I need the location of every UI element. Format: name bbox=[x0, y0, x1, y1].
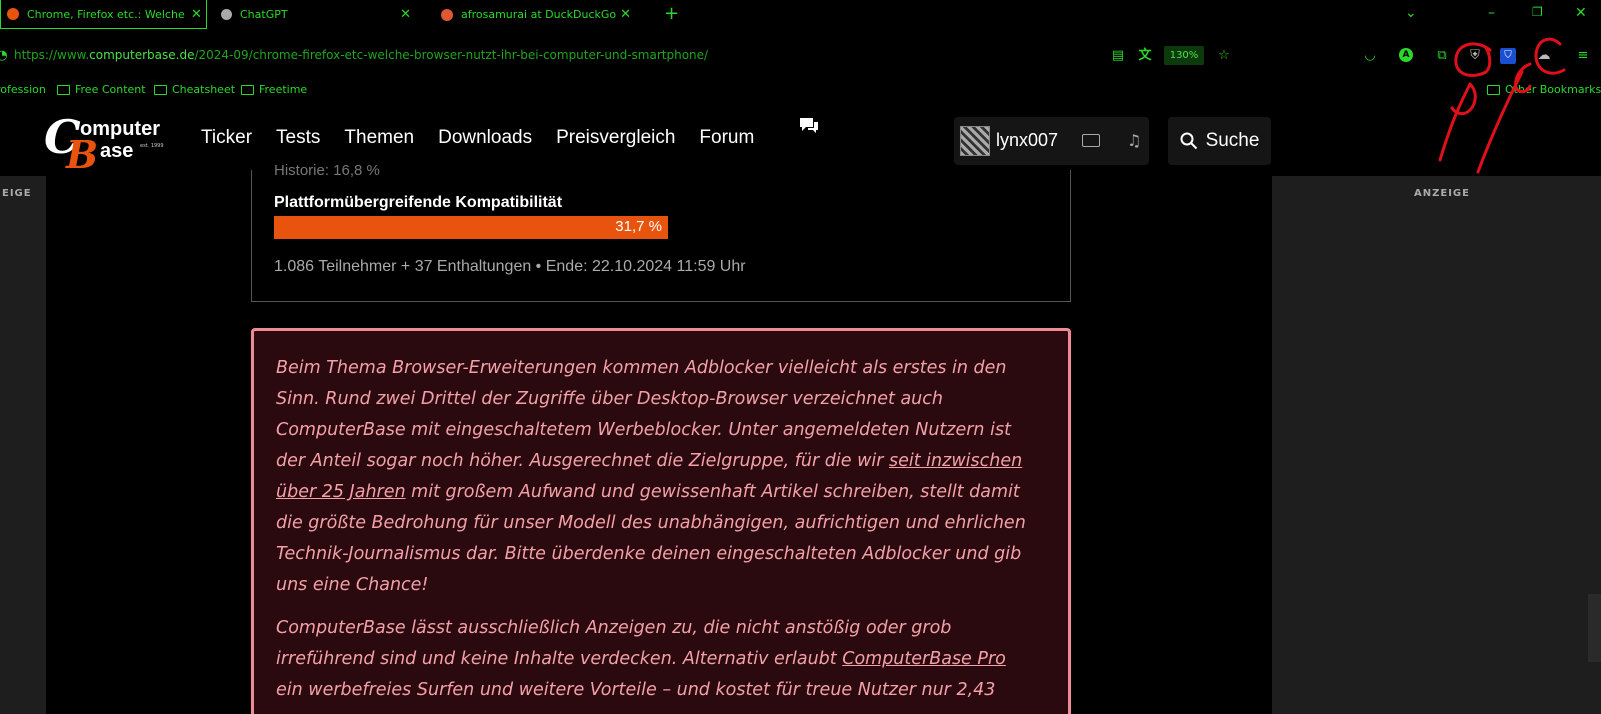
window-close-icon[interactable]: ✕ bbox=[1575, 5, 1587, 21]
mail-icon[interactable] bbox=[1082, 134, 1100, 147]
bookmark-star-icon[interactable]: ☆ bbox=[1216, 48, 1232, 64]
poll-percent: 31,7 % bbox=[615, 218, 662, 235]
url-field[interactable]: https://www.computerbase.de/2024-09/chro… bbox=[14, 48, 708, 62]
search-icon bbox=[1180, 132, 1197, 150]
chat-bubble-icon bbox=[800, 118, 818, 133]
tab-bar: Chrome, Firefox etc.: Welche Br ChatGPT … bbox=[0, 0, 1601, 29]
nav-downloads[interactable]: Downloads bbox=[438, 127, 532, 149]
notice-text: ein werbefreies Surfen und weitere Vorte… bbox=[276, 680, 996, 700]
bookmark-other[interactable]: Other Bookmarks bbox=[1487, 83, 1601, 96]
search-label: Suche bbox=[1205, 130, 1260, 151]
menu-hamburger-icon[interactable]: ≡ bbox=[1575, 48, 1591, 64]
user-menu[interactable]: lynx007 ♫ bbox=[954, 117, 1149, 165]
nav-tests[interactable]: Tests bbox=[276, 127, 320, 149]
logo-word-omputer: omputer bbox=[80, 118, 160, 140]
nav-preisvergleich[interactable]: Preisvergleich bbox=[556, 127, 675, 149]
bookmark-profession[interactable]: rofession bbox=[0, 83, 46, 96]
bookmark-free-content[interactable]: Free Content bbox=[57, 83, 146, 96]
ublock-shield-icon[interactable]: ⛨ bbox=[1467, 48, 1483, 64]
url-prefix: https://www. bbox=[14, 48, 90, 62]
notice-paragraph: ComputerBase lässt ausschließlich Anzeig… bbox=[276, 613, 1036, 706]
logo-est: est. 1999 bbox=[140, 143, 164, 149]
new-tab-button[interactable]: + bbox=[664, 3, 679, 24]
ad-label: ANZEIGE bbox=[1414, 188, 1470, 199]
restore-icon[interactable]: ❐ bbox=[1532, 5, 1543, 19]
poll-meta: 1.086 Teilnehmer + 37 Enthaltungen • End… bbox=[274, 258, 746, 275]
bookmark-freetime[interactable]: Freetime bbox=[241, 83, 307, 96]
tab-chatgpt[interactable]: ChatGPT ✕ bbox=[221, 0, 421, 29]
folder-icon bbox=[154, 84, 167, 95]
tab-duckduckgo[interactable]: afrosamurai at DuckDuckGo ✕ bbox=[441, 0, 641, 29]
duckduckgo-favicon-icon bbox=[441, 8, 453, 21]
poll-results: Historie: 16,8 % Plattformübergreifende … bbox=[251, 162, 1071, 302]
adblock-notice-text: Beim Thema Browser-Erweiterungen kommen … bbox=[276, 353, 1036, 714]
tab-title: afrosamurai at DuckDuckGo bbox=[461, 8, 617, 21]
link-computerbase-pro[interactable]: ComputerBase Pro bbox=[842, 649, 1006, 669]
zoom-level-badge[interactable]: 130% bbox=[1164, 46, 1204, 65]
site-info-icon[interactable]: ◔ bbox=[0, 48, 10, 64]
close-tab-icon[interactable]: ✕ bbox=[191, 0, 207, 29]
right-ad-column: ANZEIGE bbox=[1272, 176, 1601, 714]
nav-ticker[interactable]: Ticker bbox=[201, 127, 252, 149]
poll-option-label: Plattformübergreifende Kompatibilität bbox=[274, 194, 563, 211]
adblock-notice: Beim Thema Browser-Erweiterungen kommen … bbox=[251, 328, 1071, 714]
extension-a-icon[interactable]: A bbox=[1399, 48, 1413, 62]
notice-paragraph: Beim Thema Browser-Erweiterungen kommen … bbox=[276, 353, 1036, 601]
scrollbar-thumb[interactable] bbox=[1588, 594, 1601, 662]
avatar[interactable] bbox=[960, 126, 990, 156]
address-bar: ◔ https://www.computerbase.de/2024-09/ch… bbox=[0, 38, 1601, 74]
main-nav: Ticker Tests Themen Downloads Preisvergl… bbox=[201, 127, 754, 149]
folder-icon bbox=[57, 84, 70, 95]
extension-cloud-icon[interactable]: ☁ bbox=[1536, 48, 1552, 64]
tab-list-chevron-down-icon[interactable]: ⌄ bbox=[1405, 5, 1417, 21]
bookmark-label: Cheatsheet bbox=[172, 83, 236, 96]
close-tab-icon[interactable]: ✕ bbox=[400, 7, 411, 22]
bookmark-label: Free Content bbox=[75, 83, 146, 96]
tab-title: Chrome, Firefox etc.: Welche Br bbox=[27, 7, 187, 21]
chatgpt-favicon-icon bbox=[221, 9, 232, 20]
ad-label: EIGE bbox=[2, 188, 32, 199]
nav-themen[interactable]: Themen bbox=[344, 127, 414, 149]
folder-icon bbox=[241, 84, 254, 95]
computerbase-logo[interactable]: C B omputer ase est. 1999 bbox=[44, 110, 174, 177]
bookmark-label: rofession bbox=[0, 83, 46, 96]
bookmarks-bar: rofession Free Content Cheatsheet Freeti… bbox=[0, 79, 1601, 101]
username[interactable]: lynx007 bbox=[996, 130, 1058, 151]
reader-view-icon[interactable]: ▤ bbox=[1110, 48, 1126, 64]
logo-word-ase: ase bbox=[100, 140, 134, 162]
site-header: C B omputer ase est. 1999 Ticker Tests T… bbox=[0, 105, 1601, 177]
extensions-puzzle-icon[interactable]: ⧉ bbox=[1434, 48, 1450, 64]
folder-icon bbox=[1487, 84, 1500, 95]
url-host: computerbase.de bbox=[89, 48, 195, 62]
bookmark-label: Other Bookmarks bbox=[1505, 83, 1601, 96]
computerbase-favicon-icon bbox=[7, 8, 19, 20]
tab-computerbase[interactable]: Chrome, Firefox etc.: Welche Br bbox=[0, 0, 207, 29]
bitwarden-icon[interactable]: ⛉ bbox=[1500, 48, 1516, 64]
search-button[interactable]: Suche bbox=[1168, 117, 1271, 165]
close-tab-icon[interactable]: ✕ bbox=[620, 7, 631, 22]
bookmark-cheatsheet[interactable]: Cheatsheet bbox=[154, 83, 235, 96]
url-path: /2024-09/chrome-firefox-etc-welche-brows… bbox=[194, 48, 709, 62]
translate-icon[interactable]: 文 bbox=[1137, 48, 1153, 64]
poll-previous-row: Historie: 16,8 % bbox=[274, 162, 380, 179]
poll-bar: 31,7 % bbox=[274, 216, 668, 239]
bell-icon[interactable]: ♫ bbox=[1127, 131, 1141, 150]
tab-title: ChatGPT bbox=[240, 8, 288, 21]
article-content: Historie: 16,8 % Plattformübergreifende … bbox=[46, 162, 1272, 714]
left-ad-column: EIGE bbox=[0, 176, 46, 714]
bookmark-label: Freetime bbox=[259, 83, 308, 96]
minimize-icon[interactable]: – bbox=[1488, 5, 1495, 21]
pocket-icon[interactable]: ◡ bbox=[1362, 48, 1378, 64]
nav-forum[interactable]: Forum bbox=[699, 127, 754, 149]
